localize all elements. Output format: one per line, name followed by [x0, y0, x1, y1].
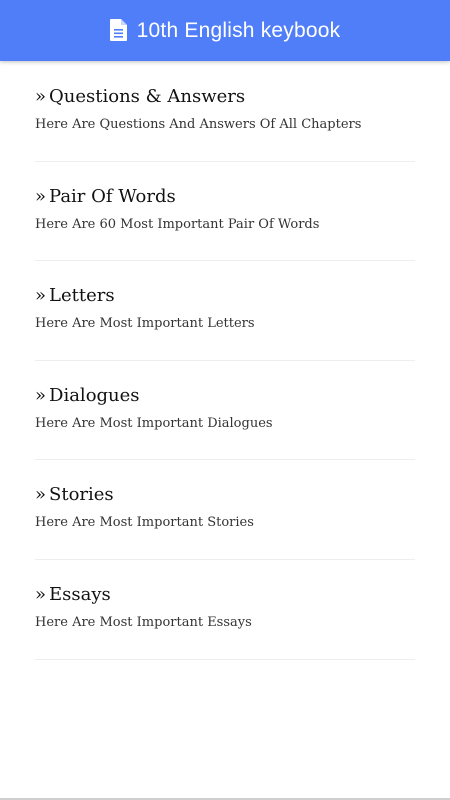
list-item-title-text: Pair Of Words — [49, 185, 176, 207]
list-item-description: Here Are Most Important Letters — [35, 316, 255, 332]
list-item-letters[interactable]: » Letters Here Are Most Important Letters — [35, 261, 415, 361]
list-item-title: » Letters — [35, 285, 415, 307]
list-item-pair-of-words[interactable]: » Pair Of Words Here Are 60 Most Importan… — [35, 162, 415, 262]
list-item-title-text: Letters — [49, 285, 115, 307]
list-item-dialogues[interactable]: » Dialogues Here Are Most Important Dialo… — [35, 361, 415, 461]
list-item-title: » Pair Of Words — [35, 186, 415, 208]
list-item-marker: » — [35, 86, 47, 107]
list-item-marker: » — [35, 285, 47, 307]
app-title: 10th English keybook — [136, 18, 341, 42]
list-item-questions-answers[interactable]: » Questions & Answers Here Are Questions … — [35, 62, 415, 162]
list-item-title: » Stories — [35, 484, 415, 506]
list-item-description: Here Are Most Important Stories — [35, 515, 254, 531]
list-item-title-text: Stories — [49, 484, 114, 506]
list-item-stories[interactable]: » Stories Here Are Most Important Stories — [35, 460, 415, 560]
app-bar: 10th English keybook — [0, 0, 450, 61]
list-item-marker: » — [35, 484, 47, 506]
list-item-title: » Essays — [35, 584, 415, 606]
list-item-title-text: Dialogues — [49, 384, 140, 406]
list-item-title-text: Questions & Answers — [49, 86, 246, 107]
topic-list: » Questions & Answers Here Are Questions … — [35, 62, 415, 660]
list-item-title: » Questions & Answers — [35, 86, 415, 108]
list-item-title: » Dialogues — [35, 385, 415, 407]
list-item-description: Here Are Most Important Essays — [35, 614, 252, 630]
list-item-marker: » — [35, 384, 47, 406]
list-item-description: Here Are 60 Most Important Pair Of Words — [35, 216, 320, 232]
list-item-marker: » — [35, 583, 47, 605]
list-item-essays[interactable]: » Essays Here Are Most Important Essays — [35, 560, 415, 660]
list-item-description: Here Are Most Important Dialogues — [35, 415, 273, 431]
list-item-description: Here Are Questions And Answers Of All Ch… — [35, 117, 362, 132]
list-item-marker: » — [35, 185, 47, 207]
document-icon — [109, 18, 130, 43]
list-item-title-text: Essays — [49, 583, 111, 605]
